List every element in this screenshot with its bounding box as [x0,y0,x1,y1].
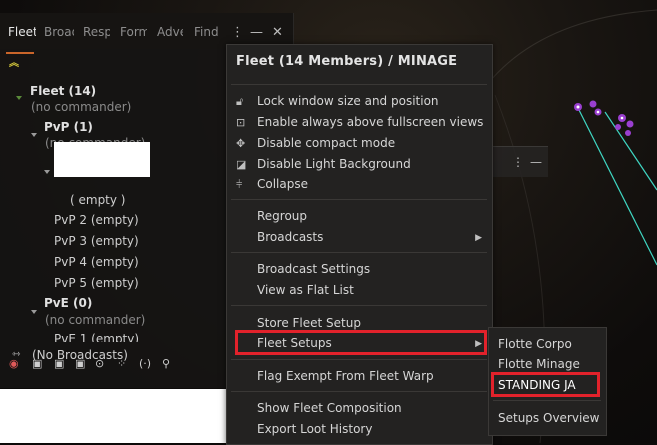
submenu-item-flotte-minage[interactable]: Flotte Minage [498,357,580,371]
menu-item-disable-compact[interactable]: Disable compact mode [257,136,395,150]
submenu-item-flotte-corpo[interactable]: Flotte Corpo [498,337,572,351]
lock-icon: 🔓︎ [236,95,244,108]
menu-divider [231,199,487,200]
compact-icon: ✥ [236,137,246,150]
menu-item-flat-list[interactable]: View as Flat List [257,283,354,297]
window-pin-icon: ⊡ [236,116,246,129]
tab-fleet[interactable]: Fleet [8,25,36,39]
squad-node[interactable]: PvP 2 (empty) [54,213,139,227]
close-icon[interactable]: ✕ [272,25,283,40]
menu-divider [231,305,487,306]
tab-formations[interactable]: Form [120,25,147,39]
tab-adverts[interactable]: Adve [157,25,183,39]
chevron-right-icon: ▶ [475,233,482,243]
more-options-icon[interactable]: ⋮ [512,155,524,169]
menu-item-broadcasts[interactable]: Broadcasts [257,230,482,244]
menu-divider [493,400,601,401]
eye-icon[interactable]: ◉ [9,357,19,370]
background-icon: ◪ [236,158,247,171]
wing-commander-slot[interactable]: (no commander) [45,313,145,327]
active-tab-indicator [6,52,34,54]
menu-item-broadcast-settings[interactable]: Broadcast Settings [257,262,370,276]
location-pin-icon[interactable]: ⚲ [162,357,170,370]
minimize-icon[interactable]: — [530,155,542,169]
wing-node-pve[interactable]: PvE (0) [44,296,92,310]
menu-item-flag-exempt[interactable]: Flag Exempt From Fleet Warp [257,369,434,383]
expand-arrow-icon[interactable] [44,170,50,174]
tab-find[interactable]: Find [194,25,222,39]
menu-divider [231,84,487,85]
more-options-icon[interactable]: ⋮ [231,25,244,40]
fleet-node-label[interactable]: Fleet (14) [30,84,96,98]
range-icon[interactable]: (·) [139,357,151,370]
wing-node-pvp[interactable]: PvP (1) [44,120,93,134]
broadcast-align-icon[interactable]: ▣ [54,357,64,370]
expand-arrow-icon[interactable] [31,133,37,137]
menu-item-regroup[interactable]: Regroup [257,209,307,223]
menu-item-fleet-composition[interactable]: Show Fleet Composition [257,401,402,415]
menu-divider [231,391,487,392]
menu-item-collapse[interactable]: Collapse [257,177,308,191]
menu-item-disable-light-bg[interactable]: Disable Light Background [257,157,411,171]
tab-responses[interactable]: Resp [83,25,110,39]
submenu-item-setups-overview[interactable]: Setups Overview [498,411,600,425]
squad-node[interactable]: PvP 5 (empty) [54,276,139,290]
menu-divider [231,359,487,360]
menu-divider [231,252,487,253]
squad-node[interactable]: PvP 4 (empty) [54,255,139,269]
menu-title: Fleet (14 Members) / MINAGE [236,54,458,69]
menu-item-store-setup[interactable]: Store Fleet Setup [257,316,361,330]
highlight-box [491,372,600,397]
menu-item-export-loot[interactable]: Export Loot History [257,422,372,436]
highlight-box [235,330,487,355]
fleet-context-menu: Fleet (14 Members) / MINAGE 🔓︎ Lock wind… [226,44,493,445]
collapse-icon: ⫩ [236,178,243,191]
broadcast-need-backup-icon[interactable]: ⊙ [95,357,104,370]
broadcast-warp-icon[interactable]: ▣ [75,357,85,370]
minimize-icon[interactable]: — [250,25,263,40]
squad-empty-slot[interactable]: ( empty ) [70,193,126,207]
collapse-all-icon[interactable]: ︽ [9,59,19,69]
menu-item-lock-window[interactable]: Lock window size and position [257,94,439,108]
redacted-area [0,389,226,443]
background-window: ⋮ — [490,146,548,177]
expand-arrow-icon[interactable] [31,310,37,314]
fleet-commander-slot[interactable]: (no commander) [31,100,131,114]
grid-icon[interactable]: ⁘ [117,357,126,370]
broadcast-target-icon[interactable]: ▣ [32,357,42,370]
expand-arrow-icon[interactable] [16,96,22,100]
squad-node-clip: PvE 1 (empty) [54,332,154,342]
tab-broadcasts[interactable]: Broad [44,25,74,39]
redacted-squad-name [54,142,150,177]
menu-item-always-above[interactable]: Enable always above fullscreen views [257,115,483,129]
squad-node[interactable]: PvE 1 (empty) [54,332,139,342]
squad-node[interactable]: PvP 3 (empty) [54,234,139,248]
